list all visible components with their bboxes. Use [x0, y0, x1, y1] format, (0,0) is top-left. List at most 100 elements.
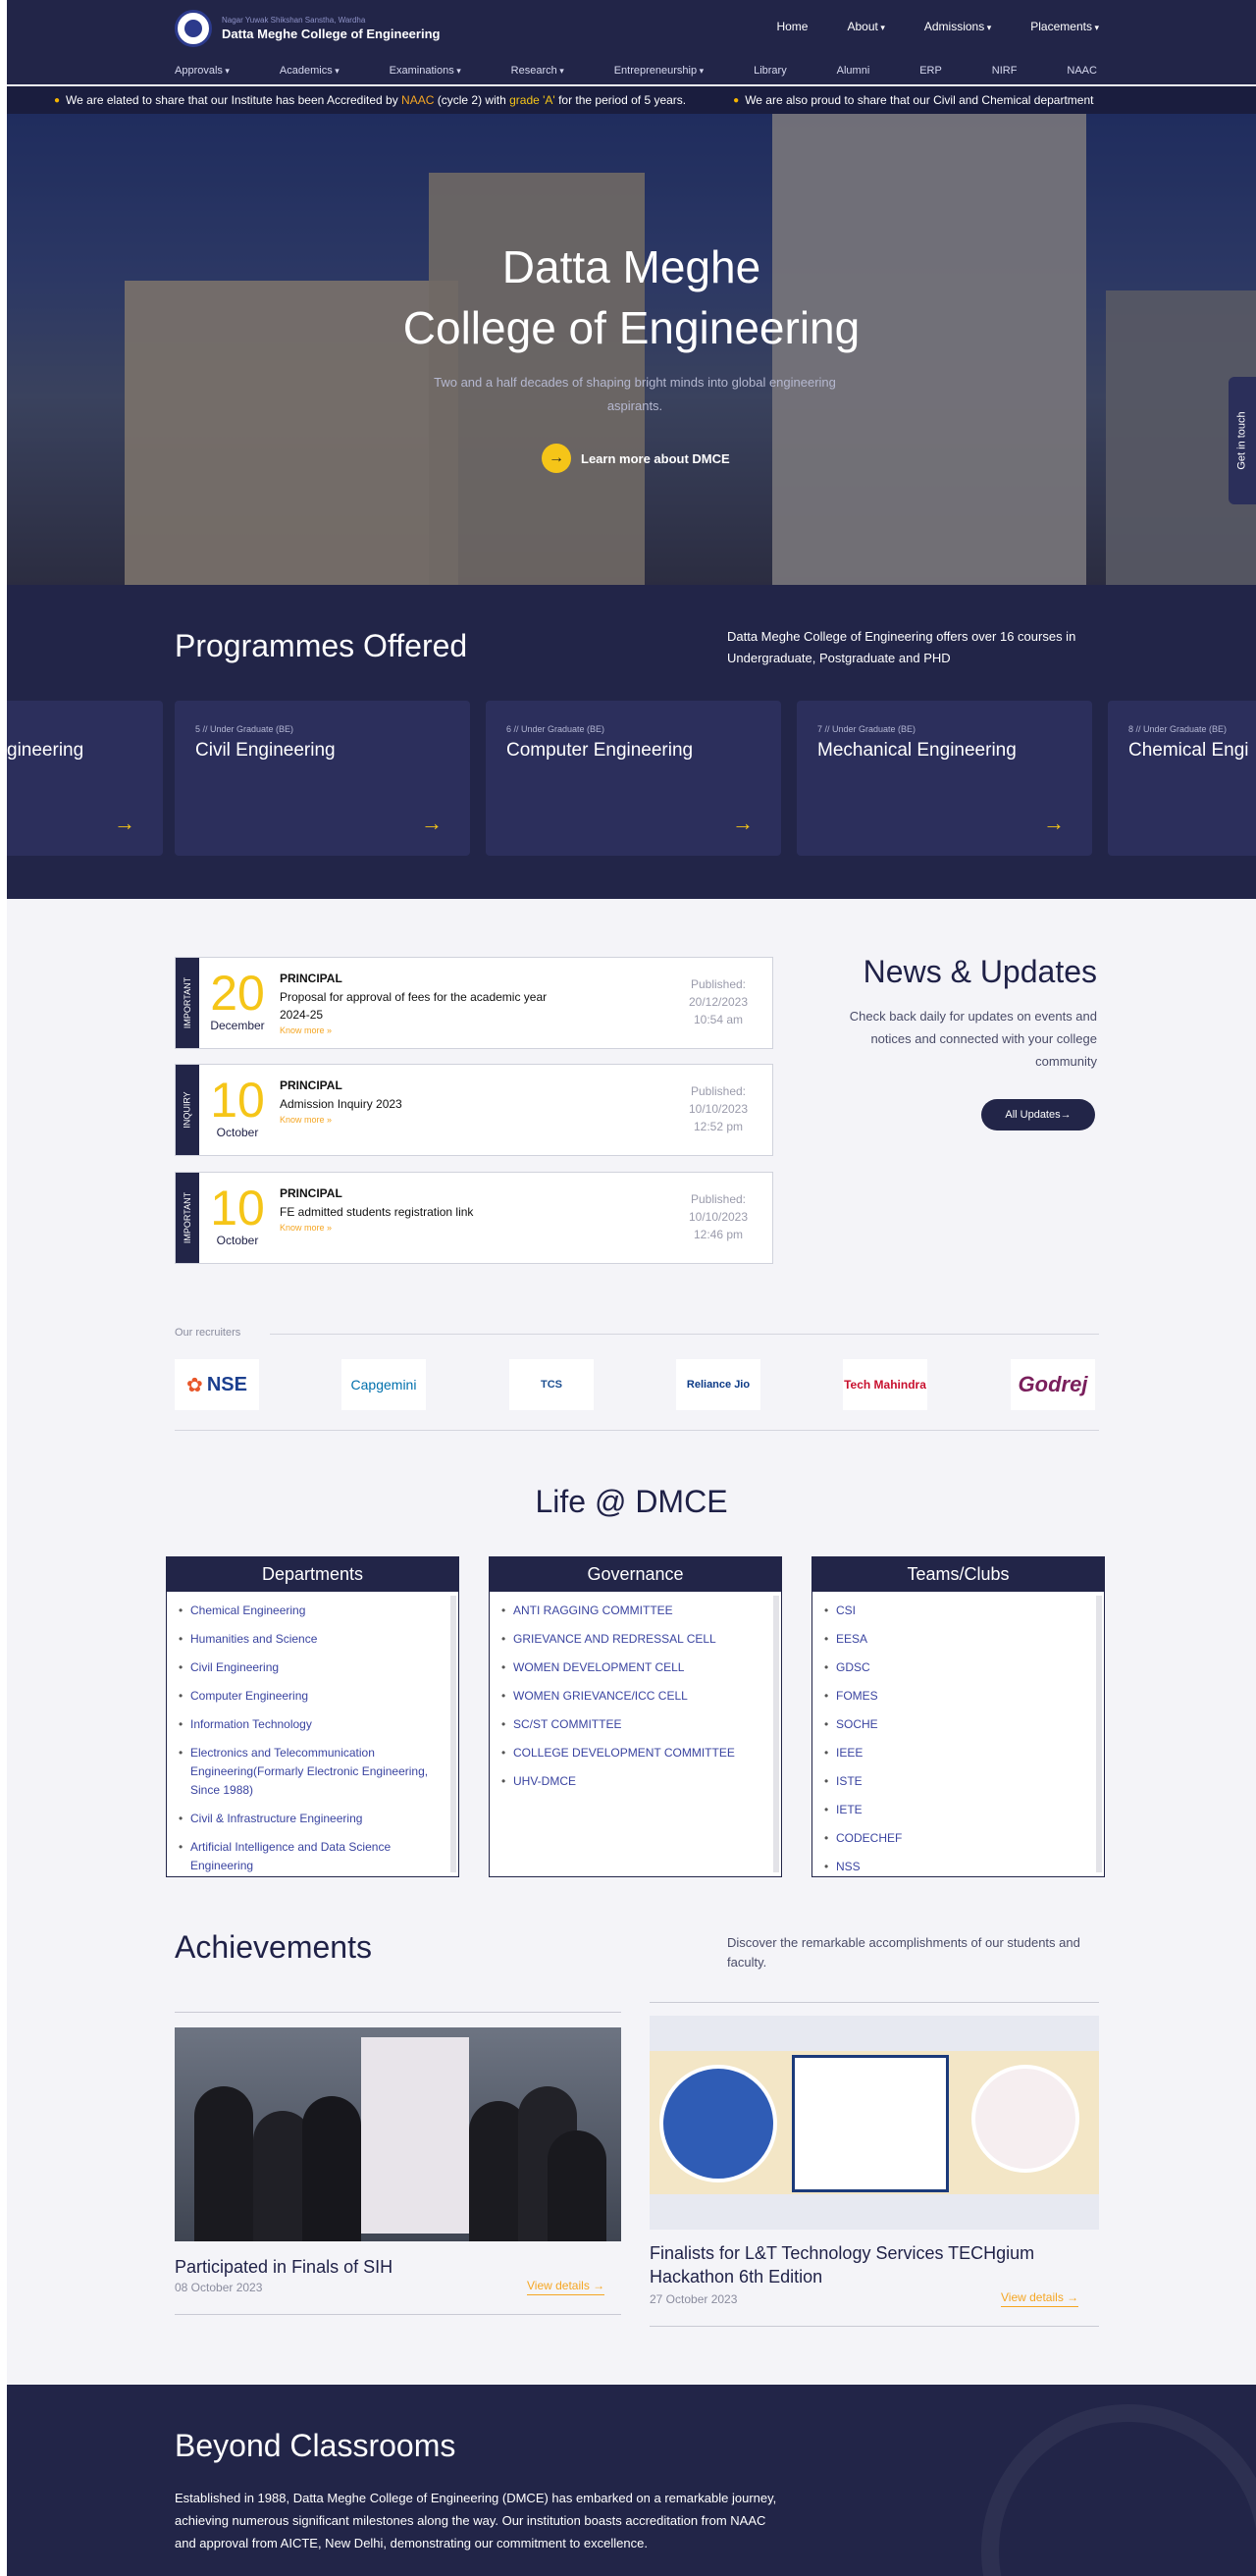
- top-nav: Home About Admissions Placements: [776, 20, 1099, 33]
- achievement-photo[interactable]: [175, 2027, 621, 2241]
- programme-card[interactable]: 6 // Under Graduate (BE) Computer Engine…: [486, 701, 781, 856]
- ticker-text: (cycle 2) with: [437, 93, 506, 107]
- notice-card[interactable]: IMPORTANT 10 October PRINCIPAL FE admitt…: [175, 1172, 773, 1264]
- news-description: Check back daily for updates on events a…: [849, 1009, 1097, 1069]
- nav-academics[interactable]: Academics: [280, 65, 340, 77]
- notice-date: 20 December: [210, 966, 265, 1032]
- list-item[interactable]: ANTI RAGGING COMMITTEE: [501, 1602, 769, 1620]
- college-logo[interactable]: Nagar Yuwak Shikshan Sanstha, Wardha Dat…: [175, 10, 440, 47]
- site-header: Nagar Yuwak Shikshan Sanstha, Wardha Dat…: [7, 0, 1256, 84]
- arrow-right-icon: →: [542, 444, 571, 473]
- nav-about[interactable]: About: [847, 20, 884, 33]
- list-item[interactable]: Civil Engineering: [179, 1658, 446, 1677]
- achievement-title[interactable]: Participated in Finals of SIH: [175, 2255, 498, 2279]
- achievement-date: 08 October 2023: [175, 2281, 263, 2294]
- ticker-grade: grade 'A': [509, 93, 555, 107]
- scrollbar[interactable]: [773, 1596, 779, 1872]
- achievements-title: Achievements: [175, 1929, 372, 1965]
- scrollbar[interactable]: [1096, 1596, 1102, 1872]
- notice-card[interactable]: IMPORTANT 20 December PRINCIPAL Proposal…: [175, 957, 773, 1049]
- bullet-icon: ●: [54, 94, 61, 106]
- programme-card[interactable]: 7 // Under Graduate (BE) Mechanical Engi…: [797, 701, 1092, 856]
- list-item[interactable]: CSI: [824, 1602, 1092, 1620]
- college-seal-icon: [175, 10, 212, 47]
- achievement-photo[interactable]: [650, 2016, 1099, 2230]
- know-more-link[interactable]: Know more »: [280, 1025, 664, 1035]
- seal-watermark-icon: [981, 2404, 1256, 2576]
- teams-panel: Teams/Clubs CSI EESA GDSC FOMES SOCHE IE…: [811, 1556, 1105, 1877]
- programme-card[interactable]: 8 // Under Graduate (BE) Chemical Engi: [1108, 701, 1256, 856]
- list-item[interactable]: FOMES: [824, 1687, 1092, 1706]
- nav-admissions[interactable]: Admissions: [924, 20, 991, 33]
- notice-published: Published: 20/12/2023 10:54 am: [688, 977, 749, 1026]
- nav-entrepreneurship[interactable]: Entrepreneurship: [614, 65, 704, 77]
- list-item[interactable]: COLLEGE DEVELOPMENT COMMITTEE: [501, 1744, 769, 1762]
- notice-published: Published: 10/10/2023 12:46 pm: [688, 1192, 749, 1241]
- nav-research[interactable]: Research: [511, 65, 564, 77]
- list-item[interactable]: WOMEN GRIEVANCE/ICC CELL: [501, 1687, 769, 1706]
- list-item[interactable]: Humanities and Science: [179, 1630, 446, 1649]
- notice-date: 10 October: [210, 1181, 265, 1247]
- programmes-section: Programmes Offered Datta Meghe College o…: [7, 585, 1256, 899]
- list-item[interactable]: GDSC: [824, 1658, 1092, 1677]
- ticker-item[interactable]: ● We are elated to share that our Instit…: [54, 93, 686, 107]
- arrow-right-icon: →: [1060, 1109, 1072, 1121]
- nav-placements[interactable]: Placements: [1030, 20, 1099, 33]
- know-more-link[interactable]: Know more »: [280, 1115, 664, 1125]
- notice-tag: INQUIRY: [183, 1091, 192, 1129]
- ticker-text: for the period of 5 years.: [558, 93, 687, 107]
- view-details-link[interactable]: View details →: [527, 2279, 605, 2295]
- capgemini-logo: Capgemini: [341, 1359, 426, 1410]
- notice-author: PRINCIPAL: [280, 1186, 342, 1200]
- arrow-right-icon: →: [1043, 811, 1065, 835]
- page: Nagar Yuwak Shikshan Sanstha, Wardha Dat…: [7, 0, 1256, 2576]
- list-item[interactable]: Electronics and Telecommunication Engine…: [179, 1744, 446, 1800]
- list-item[interactable]: GRIEVANCE AND REDRESSAL CELL: [501, 1630, 769, 1649]
- hero-subtitle: Two and a half decades of shaping bright…: [434, 375, 836, 413]
- godrej-logo: Godrej: [1011, 1359, 1095, 1410]
- nav-examinations[interactable]: Examinations: [390, 65, 461, 77]
- list-item[interactable]: SOCHE: [824, 1715, 1092, 1734]
- list-item[interactable]: NSS: [824, 1858, 1092, 1876]
- list-item[interactable]: SC/ST COMMITTEE: [501, 1715, 769, 1734]
- section-description: Datta Meghe College of Engineering offer…: [727, 629, 1076, 665]
- hero-banner: Datta Meghe College of Engineering Two a…: [7, 114, 1256, 585]
- list-item[interactable]: ISTE: [824, 1772, 1092, 1791]
- ticker-item[interactable]: ● We are also proud to share that our Ci…: [733, 93, 1093, 107]
- achievement-title[interactable]: Finalists for L&T Technology Services TE…: [650, 2241, 1081, 2288]
- list-item[interactable]: WOMEN DEVELOPMENT CELL: [501, 1658, 769, 1677]
- governance-panel: Governance ANTI RAGGING COMMITTEE GRIEVA…: [489, 1556, 782, 1877]
- notice-card[interactable]: INQUIRY 10 October PRINCIPAL Admission I…: [175, 1064, 773, 1156]
- list-item[interactable]: Information Technology: [179, 1715, 446, 1734]
- news-title: News & Updates: [863, 954, 1097, 989]
- list-item[interactable]: CODECHEF: [824, 1829, 1092, 1848]
- programme-card[interactable]: gineering →: [7, 701, 163, 856]
- nav-naac[interactable]: NAAC: [1067, 65, 1097, 77]
- list-item[interactable]: Chemical Engineering: [179, 1602, 446, 1620]
- nav-erp[interactable]: ERP: [919, 65, 942, 77]
- departments-panel: Departments Chemical Engineering Humanit…: [166, 1556, 459, 1877]
- view-details-link[interactable]: View details →: [1001, 2290, 1079, 2307]
- nav-approvals[interactable]: Approvals: [175, 65, 230, 77]
- list-item[interactable]: IEEE: [824, 1744, 1092, 1762]
- panel-title: Teams/Clubs: [812, 1556, 1104, 1592]
- list-item[interactable]: IETE: [824, 1801, 1092, 1819]
- notice-tag: IMPORTANT: [183, 976, 193, 1029]
- programme-card[interactable]: 5 // Under Graduate (BE) Civil Engineeri…: [175, 701, 470, 856]
- get-in-touch-tab[interactable]: Get in touch: [1229, 377, 1256, 504]
- arrow-right-icon: →: [114, 811, 135, 835]
- nav-alumni[interactable]: Alumni: [837, 65, 870, 77]
- notice-author: PRINCIPAL: [280, 972, 342, 985]
- know-more-link[interactable]: Know more »: [280, 1223, 664, 1233]
- learn-more-button[interactable]: → Learn more about DMCE: [542, 444, 730, 473]
- all-updates-button[interactable]: All Updates →: [981, 1099, 1095, 1130]
- list-item[interactable]: UHV-DMCE: [501, 1772, 769, 1791]
- list-item[interactable]: Civil & Infrastructure Engineering: [179, 1810, 446, 1828]
- scrollbar[interactable]: [450, 1596, 456, 1872]
- nav-nirf[interactable]: NIRF: [992, 65, 1018, 77]
- nav-home[interactable]: Home: [776, 20, 808, 33]
- list-item[interactable]: Artificial Intelligence and Data Science…: [179, 1838, 446, 1875]
- list-item[interactable]: Computer Engineering: [179, 1687, 446, 1706]
- nav-library[interactable]: Library: [754, 65, 787, 77]
- list-item[interactable]: EESA: [824, 1630, 1092, 1649]
